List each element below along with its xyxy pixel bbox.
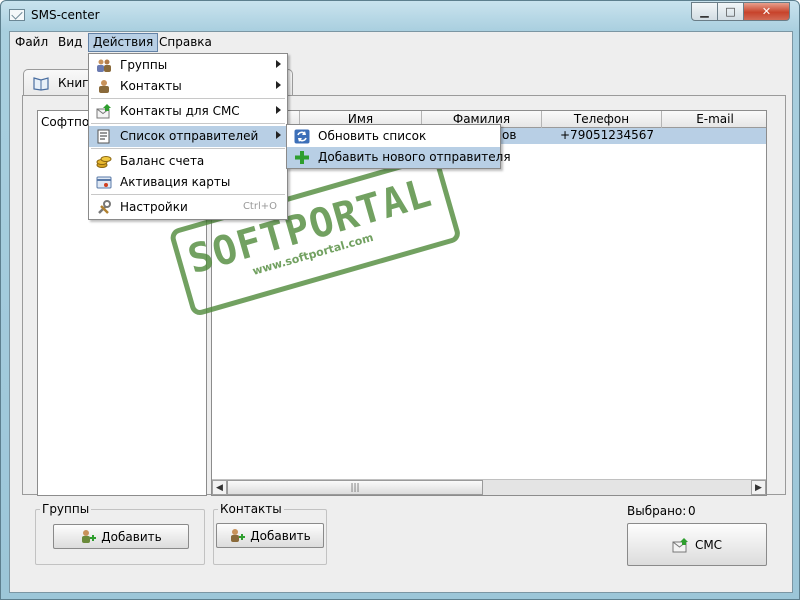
- envelope-send-icon: [672, 537, 688, 552]
- add-contact-icon: [231, 529, 246, 542]
- menu-item-balance-label: Баланс счета: [120, 154, 205, 168]
- add-contact-button[interactable]: Добавить: [216, 523, 324, 548]
- sms-button-label: СМС: [694, 537, 723, 552]
- menu-item-card-activation[interactable]: Активация карты: [89, 172, 287, 193]
- envelope-icon: [9, 9, 25, 21]
- selected-label: Выбрано:: [627, 504, 687, 518]
- submenu-arrow-icon: [276, 60, 281, 68]
- menu-item-contacts[interactable]: Контакты: [89, 76, 287, 97]
- title-bar[interactable]: SMS-center ▁ □ ✕: [1, 1, 799, 31]
- scroll-right-icon[interactable]: ▶: [751, 480, 766, 495]
- menu-separator: [91, 98, 285, 99]
- menu-item-sms-contacts-label: Контакты для СМС: [120, 104, 240, 118]
- menu-item-contacts-label: Контакты: [120, 79, 182, 93]
- groups-groupbox: Группы Добавить: [35, 502, 205, 565]
- tools-icon: [98, 200, 111, 214]
- client-area: Файл Вид Действия Справка Книга Софтпор …: [9, 31, 793, 593]
- contacts-title: Контакты: [218, 502, 284, 516]
- menu-item-card-activation-label: Активация карты: [120, 175, 231, 189]
- column-header-phone[interactable]: Телефон: [542, 111, 662, 128]
- cell-email: [666, 128, 766, 144]
- groups-icon: [97, 59, 111, 72]
- minimize-button[interactable]: ▁: [691, 2, 718, 21]
- scroll-thumb[interactable]: |||: [227, 480, 483, 495]
- menu-item-refresh-list[interactable]: Обновить список: [287, 126, 500, 147]
- sender-list-icon: [97, 129, 110, 144]
- column-header-email[interactable]: E-mail: [662, 111, 766, 128]
- groups-title: Группы: [40, 502, 92, 516]
- menu-item-sender-list-label: Список отправителей: [120, 129, 259, 143]
- menu-item-add-sender[interactable]: Добавить нового отправителя: [287, 147, 511, 168]
- submenu-arrow-icon: [276, 131, 281, 139]
- add-icon: [295, 151, 309, 164]
- menu-item-groups[interactable]: Группы: [89, 55, 287, 76]
- sms-button[interactable]: СМС: [627, 523, 767, 566]
- menu-item-refresh-list-label: Обновить список: [318, 129, 427, 143]
- card-icon: [96, 176, 112, 189]
- scroll-left-icon[interactable]: ◀: [212, 480, 227, 495]
- menu-help[interactable]: Справка: [154, 33, 217, 52]
- menu-item-add-sender-label: Добавить нового отправителя: [318, 150, 511, 164]
- menu-view[interactable]: Вид: [53, 33, 87, 52]
- contacts-icon: [99, 80, 109, 93]
- contacts-groupbox: Контакты Добавить: [213, 502, 327, 565]
- selected-count: 0: [688, 504, 696, 518]
- menu-separator: [91, 194, 285, 195]
- submenu-arrow-icon: [276, 106, 281, 114]
- menu-item-sender-list[interactable]: Список отправителей: [89, 126, 287, 147]
- add-group-icon: [82, 530, 97, 543]
- menu-item-balance[interactable]: Баланс счета: [89, 151, 287, 172]
- close-button[interactable]: ✕: [743, 2, 790, 21]
- menu-separator: [91, 148, 285, 149]
- menu-separator: [91, 123, 285, 124]
- application-window: SMS-center ▁ □ ✕ Файл Вид Действия Справ…: [0, 0, 800, 600]
- menu-bar: Файл Вид Действия Справка: [10, 32, 792, 53]
- cell-phone: +79051234567: [560, 128, 655, 142]
- actions-dropdown: Группы Контакты Контакты для СМС Список …: [88, 53, 288, 220]
- menu-item-sms-contacts[interactable]: Контакты для СМС: [89, 101, 287, 122]
- menu-item-settings-label: Настройки: [120, 200, 188, 214]
- senders-submenu: Обновить список Добавить нового отправит…: [286, 124, 511, 169]
- cell-surname: ов: [502, 128, 517, 142]
- submenu-arrow-icon: [276, 81, 281, 89]
- window-title: SMS-center: [31, 8, 100, 22]
- maximize-button[interactable]: □: [717, 2, 744, 21]
- coins-icon: [96, 156, 112, 168]
- settings-shortcut: Ctrl+O: [242, 201, 277, 212]
- menu-item-groups-label: Группы: [120, 58, 168, 72]
- book-icon: [33, 77, 49, 91]
- menu-file[interactable]: Файл: [10, 33, 53, 52]
- menu-actions[interactable]: Действия: [88, 33, 159, 52]
- horizontal-scrollbar[interactable]: ◀ ||| ▶: [212, 479, 766, 495]
- refresh-icon: [294, 129, 310, 144]
- add-contact-label: Добавить: [250, 528, 311, 543]
- sms-contacts-icon: [96, 104, 111, 119]
- menu-item-settings[interactable]: Настройки Ctrl+O: [89, 197, 287, 218]
- add-group-label: Добавить: [101, 529, 162, 544]
- add-group-button[interactable]: Добавить: [53, 524, 189, 549]
